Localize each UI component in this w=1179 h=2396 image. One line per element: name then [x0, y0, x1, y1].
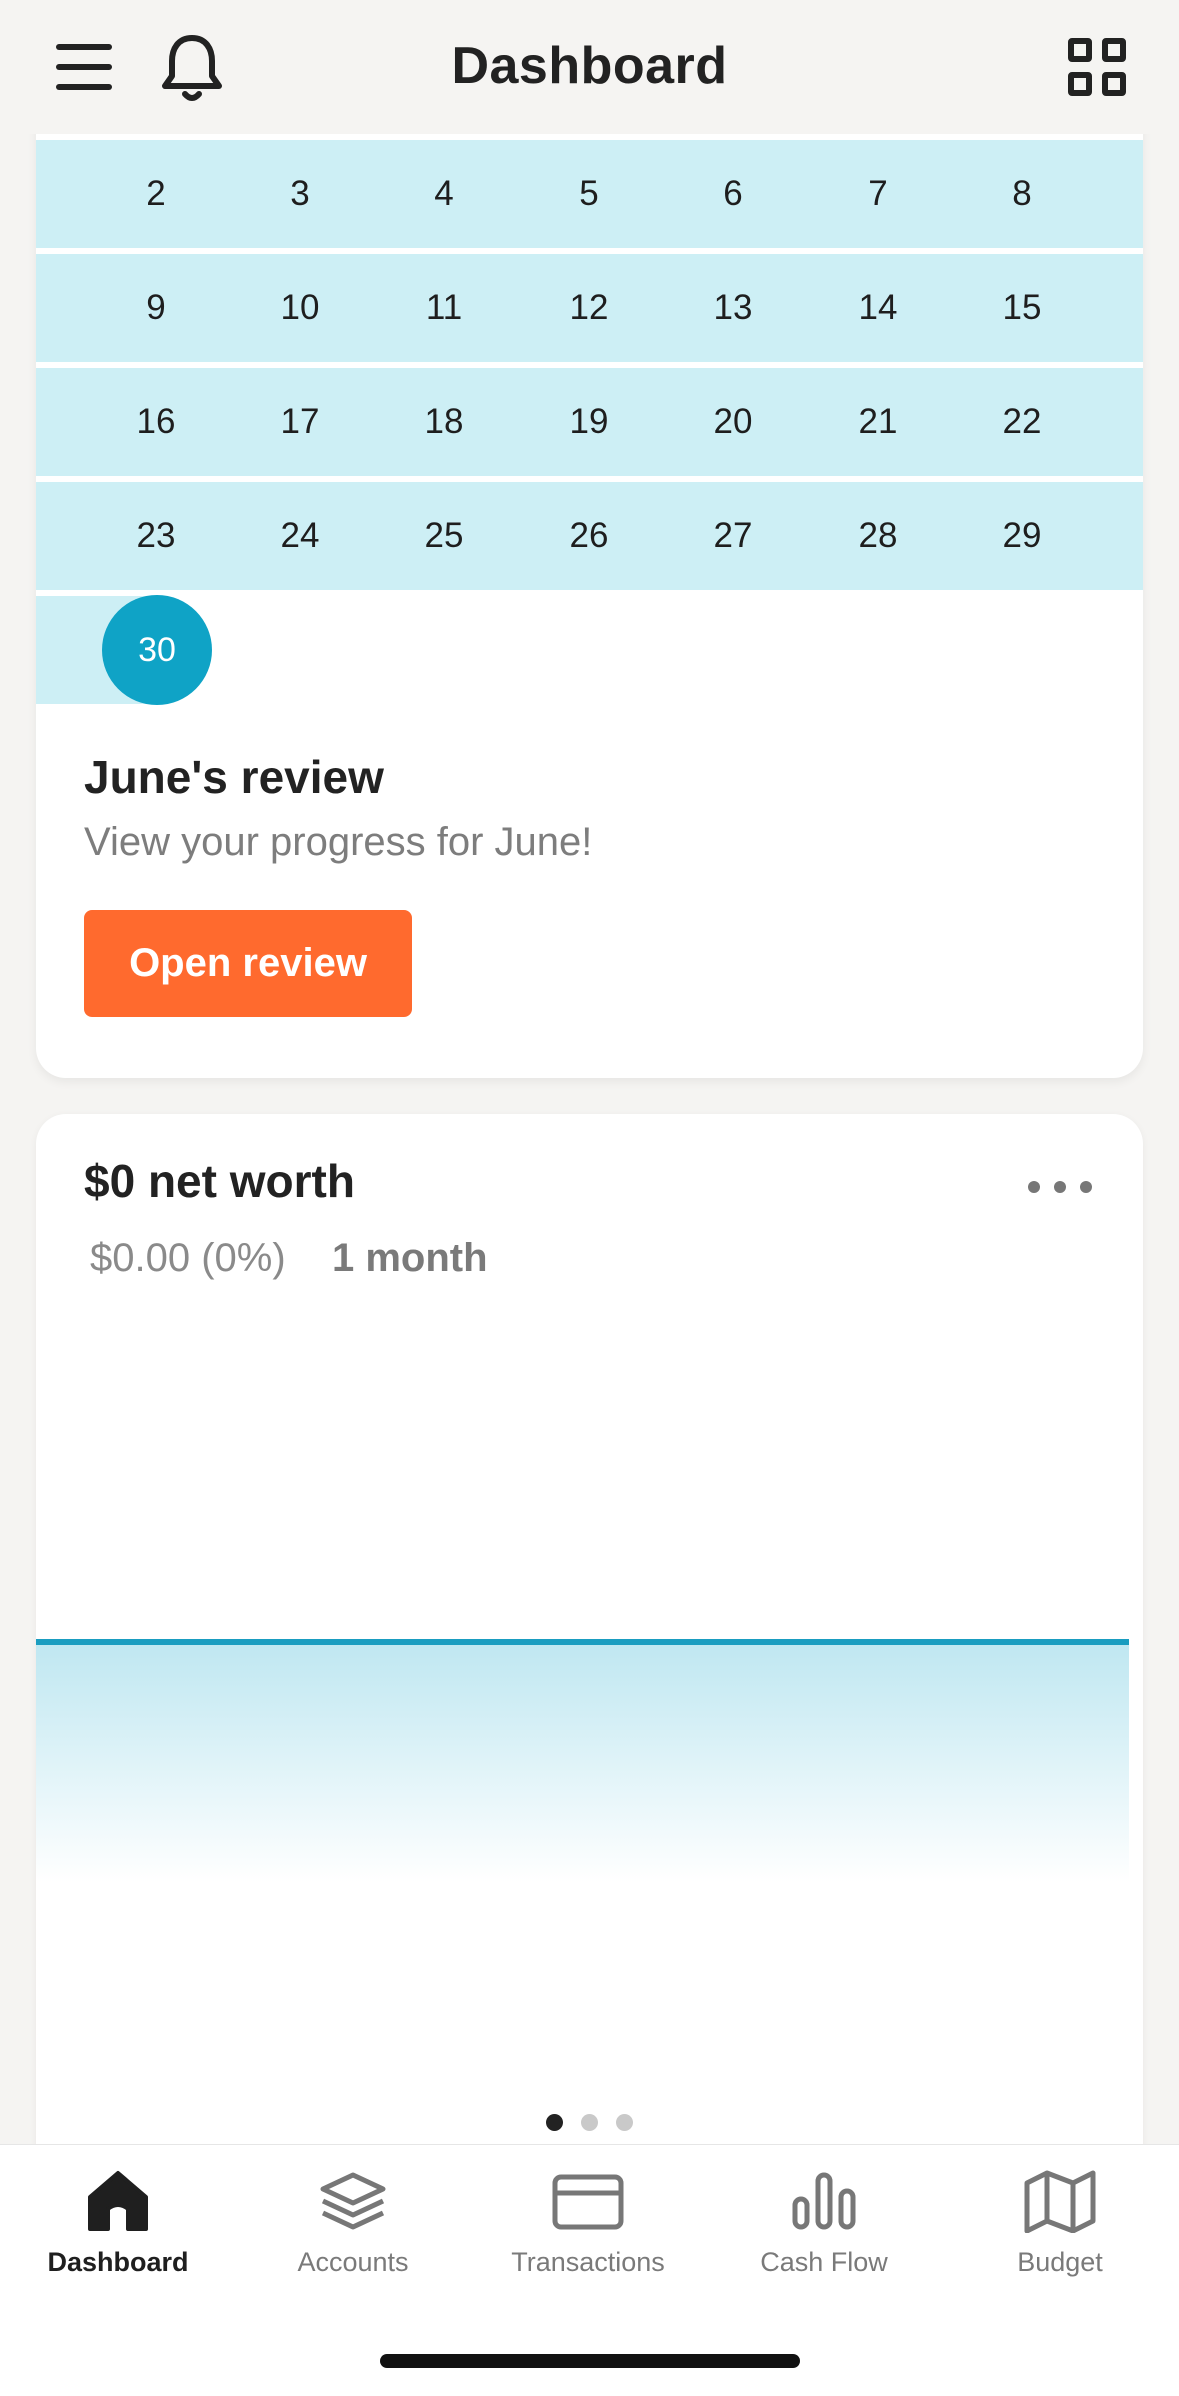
monthly-review-card: 2 3 4 5 6 7 8 9 10 11 12 13 14 15 16 17 18 19 20 21 22 23 24 25…	[36, 110, 1143, 1078]
calendar-week-row: 23 24 25 26 27 28 29	[36, 482, 1143, 590]
grid-icon[interactable]	[1068, 38, 1126, 96]
card-pager	[0, 2114, 1179, 2134]
net-worth-change: $0.00 (0%)	[90, 1236, 286, 1280]
net-worth-period[interactable]: 1 month	[332, 1236, 488, 1281]
pager-dot[interactable]	[546, 2114, 563, 2131]
nav-label: Cash Flow	[760, 2247, 888, 2277]
calendar-day[interactable]: 15	[962, 254, 1082, 362]
calendar-day[interactable]: 23	[96, 482, 216, 590]
map-icon	[1024, 2170, 1096, 2233]
nav-label: Accounts	[297, 2247, 409, 2277]
calendar-day[interactable]: 24	[240, 482, 360, 590]
calendar-day[interactable]: 20	[673, 368, 793, 476]
calendar-day[interactable]: 29	[962, 482, 1082, 590]
nav-transactions[interactable]: Transactions	[473, 2169, 703, 2309]
open-review-button[interactable]: Open review	[84, 910, 412, 1017]
calendar-day[interactable]: 16	[96, 368, 216, 476]
calendar-day[interactable]: 26	[529, 482, 649, 590]
nav-dashboard[interactable]: Dashboard	[3, 2169, 233, 2309]
net-worth-card[interactable]: $0 net worth $0.00 (0%) 1 month	[36, 1114, 1143, 2234]
nav-label: Transactions	[511, 2247, 665, 2277]
calendar-week-row: 9 10 11 12 13 14 15	[36, 254, 1143, 362]
calendar-day[interactable]: 22	[962, 368, 1082, 476]
calendar-day[interactable]: 3	[240, 140, 360, 248]
review-subtitle: View your progress for June!	[84, 820, 593, 864]
calendar-day[interactable]: 12	[529, 254, 649, 362]
review-title: June's review	[84, 751, 384, 803]
page-title: Dashboard	[451, 37, 728, 95]
calendar-day[interactable]: 7	[818, 140, 938, 248]
net-worth-area	[36, 1642, 1129, 1882]
bar-chart-icon	[792, 2172, 856, 2230]
calendar-week-row: 16 17 18 19 20 21 22	[36, 368, 1143, 476]
calendar-day[interactable]: 11	[384, 254, 504, 362]
calendar-day[interactable]: 10	[240, 254, 360, 362]
nav-budget[interactable]: Budget	[945, 2169, 1175, 2309]
calendar-day[interactable]: 6	[673, 140, 793, 248]
calendar-day[interactable]: 9	[96, 254, 216, 362]
net-worth-title: $0 net worth	[84, 1155, 355, 1207]
home-indicator	[380, 2354, 800, 2368]
calendar-day[interactable]: 18	[384, 368, 504, 476]
credit-card-icon	[552, 2174, 624, 2230]
calendar-day[interactable]: 5	[529, 140, 649, 248]
nav-label: Dashboard	[47, 2247, 189, 2277]
top-bar: Dashboard	[0, 0, 1179, 134]
calendar-today[interactable]: 30	[102, 595, 212, 705]
calendar-day[interactable]: 19	[529, 368, 649, 476]
nav-cash-flow[interactable]: Cash Flow	[709, 2169, 939, 2309]
calendar-day[interactable]: 4	[384, 140, 504, 248]
calendar-week-row: 2345678	[36, 140, 1143, 248]
calendar-day[interactable]: 13	[673, 254, 793, 362]
calendar-day[interactable]: 14	[818, 254, 938, 362]
nav-accounts[interactable]: Accounts	[238, 2169, 468, 2309]
layers-icon	[320, 2172, 386, 2230]
calendar-day[interactable]: 28	[818, 482, 938, 590]
calendar-day[interactable]: 25	[384, 482, 504, 590]
more-dots-icon[interactable]	[1028, 1178, 1092, 1196]
calendar-day[interactable]: 17	[240, 368, 360, 476]
calendar-day[interactable]: 21	[818, 368, 938, 476]
calendar-day[interactable]: 8	[962, 140, 1082, 248]
calendar-day[interactable]: 27	[673, 482, 793, 590]
nav-label: Budget	[1017, 2247, 1103, 2277]
home-icon	[88, 2171, 148, 2231]
pager-dot[interactable]	[616, 2114, 633, 2131]
pager-dot[interactable]	[581, 2114, 598, 2131]
net-worth-chart	[36, 1639, 1129, 1882]
calendar-day[interactable]: 2	[96, 140, 216, 248]
